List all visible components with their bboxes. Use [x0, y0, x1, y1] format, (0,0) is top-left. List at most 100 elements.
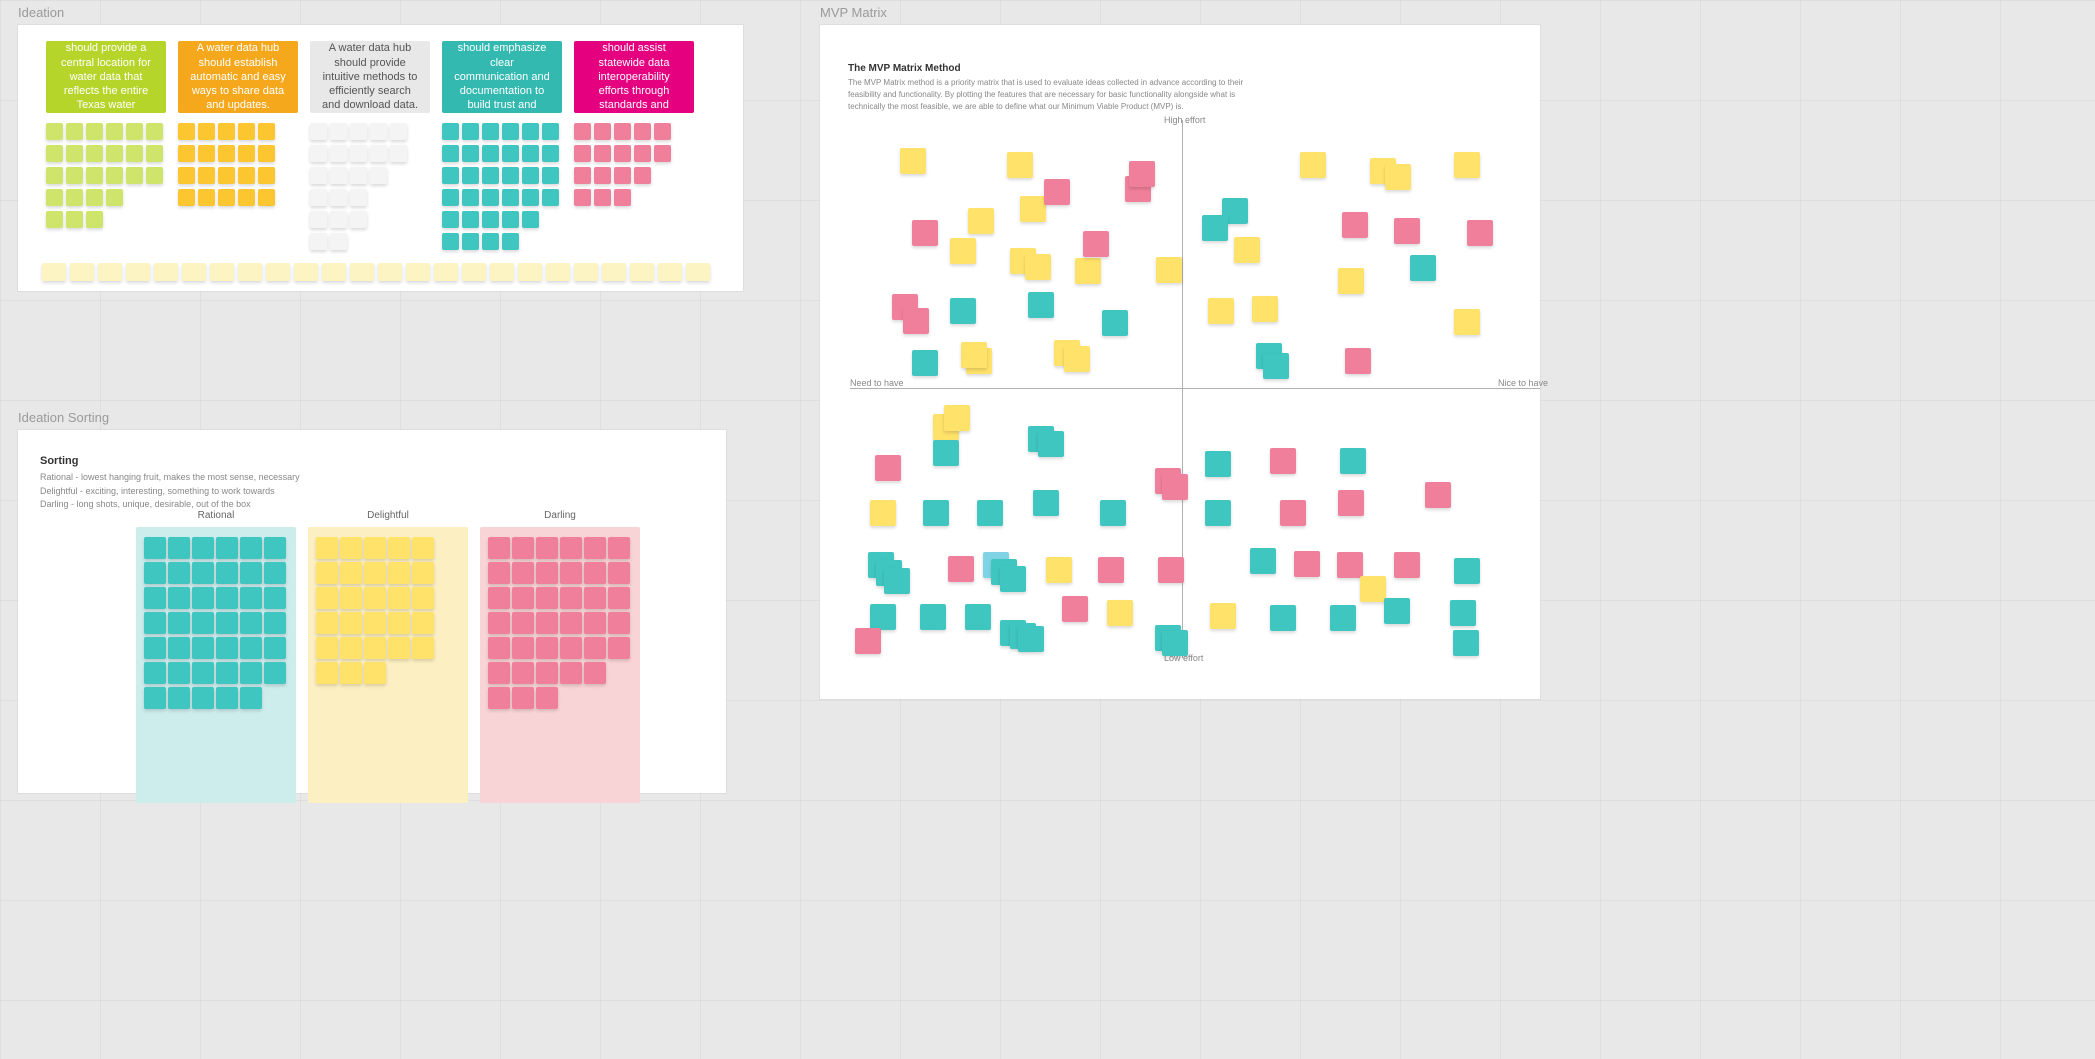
- sorting-sticky[interactable]: [264, 537, 286, 559]
- mvp-sticky[interactable]: [855, 628, 881, 654]
- sorting-sticky[interactable]: [388, 612, 410, 634]
- sorting-sticky[interactable]: [488, 612, 510, 634]
- sorting-sticky[interactable]: [168, 612, 190, 634]
- ideation-sticky[interactable]: [370, 123, 387, 140]
- sorting-sticky[interactable]: [488, 587, 510, 609]
- ideation-sticky[interactable]: [330, 233, 347, 250]
- ideation-sticky[interactable]: [634, 167, 651, 184]
- mvp-sticky[interactable]: [1234, 237, 1260, 263]
- sorting-sticky[interactable]: [264, 612, 286, 634]
- mvp-sticky[interactable]: [1252, 296, 1278, 322]
- mvp-sticky[interactable]: [968, 208, 994, 234]
- ideation-sticky[interactable]: [654, 123, 671, 140]
- ideation-sticky[interactable]: [502, 123, 519, 140]
- ideation-bottom-sticky[interactable]: [658, 263, 682, 281]
- ideation-sticky[interactable]: [370, 145, 387, 162]
- ideation-sticky[interactable]: [46, 123, 63, 140]
- ideation-sticky[interactable]: [502, 233, 519, 250]
- sorting-sticky[interactable]: [340, 562, 362, 584]
- ideation-sticky[interactable]: [258, 167, 275, 184]
- mvp-sticky[interactable]: [1064, 346, 1090, 372]
- sorting-sticky[interactable]: [192, 562, 214, 584]
- sorting-sticky[interactable]: [192, 537, 214, 559]
- sorting-sticky[interactable]: [168, 637, 190, 659]
- sorting-sticky[interactable]: [340, 612, 362, 634]
- sorting-sticky[interactable]: [192, 687, 214, 709]
- mvp-sticky[interactable]: [1018, 626, 1044, 652]
- ideation-sticky[interactable]: [350, 189, 367, 206]
- ideation-sticky[interactable]: [502, 211, 519, 228]
- sorting-sticky[interactable]: [488, 687, 510, 709]
- ideation-sticky[interactable]: [614, 167, 631, 184]
- sorting-sticky[interactable]: [560, 612, 582, 634]
- ideation-sticky[interactable]: [86, 211, 103, 228]
- sorting-column-body[interactable]: [308, 527, 468, 803]
- sorting-sticky[interactable]: [560, 562, 582, 584]
- mvp-sticky[interactable]: [1210, 603, 1236, 629]
- sorting-sticky[interactable]: [512, 612, 534, 634]
- mvp-sticky[interactable]: [950, 298, 976, 324]
- ideation-sticky[interactable]: [218, 189, 235, 206]
- ideation-bottom-sticky[interactable]: [518, 263, 542, 281]
- sorting-sticky[interactable]: [168, 687, 190, 709]
- ideation-bottom-sticky[interactable]: [406, 263, 430, 281]
- sorting-sticky[interactable]: [216, 687, 238, 709]
- ideation-sticky[interactable]: [350, 211, 367, 228]
- mvp-sticky[interactable]: [1098, 557, 1124, 583]
- ideation-sticky[interactable]: [574, 189, 591, 206]
- mvp-sticky[interactable]: [1345, 348, 1371, 374]
- ideation-sticky[interactable]: [258, 145, 275, 162]
- ideation-sticky[interactable]: [146, 145, 163, 162]
- ideation-sticky[interactable]: [502, 145, 519, 162]
- ideation-sticky[interactable]: [442, 233, 459, 250]
- ideation-sticky[interactable]: [66, 123, 83, 140]
- sorting-column-body[interactable]: [136, 527, 296, 803]
- sorting-sticky[interactable]: [364, 562, 386, 584]
- mvp-sticky[interactable]: [1205, 500, 1231, 526]
- sorting-sticky[interactable]: [536, 687, 558, 709]
- ideation-bottom-sticky[interactable]: [602, 263, 626, 281]
- mvp-sticky[interactable]: [1162, 630, 1188, 656]
- sorting-sticky[interactable]: [584, 662, 606, 684]
- mvp-sticky[interactable]: [1107, 600, 1133, 626]
- sorting-sticky[interactable]: [512, 637, 534, 659]
- mvp-sticky[interactable]: [1425, 482, 1451, 508]
- mvp-sticky[interactable]: [903, 308, 929, 334]
- ideation-header-card[interactable]: A water data hub should establish automa…: [178, 41, 298, 113]
- ideation-sticky[interactable]: [178, 145, 195, 162]
- mvp-sticky[interactable]: [1202, 215, 1228, 241]
- ideation-sticky[interactable]: [238, 123, 255, 140]
- mvp-sticky[interactable]: [1342, 212, 1368, 238]
- ideation-bottom-sticky[interactable]: [434, 263, 458, 281]
- mvp-sticky[interactable]: [1100, 500, 1126, 526]
- mvp-sticky[interactable]: [1250, 548, 1276, 574]
- sorting-sticky[interactable]: [584, 637, 606, 659]
- ideation-sticky[interactable]: [126, 167, 143, 184]
- ideation-sticky[interactable]: [86, 189, 103, 206]
- ideation-sticky[interactable]: [146, 123, 163, 140]
- ideation-sticky[interactable]: [178, 189, 195, 206]
- sorting-sticky[interactable]: [340, 587, 362, 609]
- ideation-sticky[interactable]: [330, 189, 347, 206]
- ideation-bottom-sticky[interactable]: [574, 263, 598, 281]
- ideation-bottom-sticky[interactable]: [266, 263, 290, 281]
- mvp-sticky[interactable]: [1394, 552, 1420, 578]
- sorting-sticky[interactable]: [560, 637, 582, 659]
- ideation-bottom-sticky[interactable]: [182, 263, 206, 281]
- sorting-sticky[interactable]: [364, 537, 386, 559]
- sorting-sticky[interactable]: [240, 687, 262, 709]
- sorting-sticky[interactable]: [608, 562, 630, 584]
- ideation-sticky[interactable]: [614, 189, 631, 206]
- sorting-sticky[interactable]: [488, 662, 510, 684]
- sorting-sticky[interactable]: [264, 637, 286, 659]
- mvp-sticky[interactable]: [1270, 605, 1296, 631]
- ideation-bottom-sticky[interactable]: [126, 263, 150, 281]
- ideation-sticky[interactable]: [574, 123, 591, 140]
- ideation-bottom-sticky[interactable]: [490, 263, 514, 281]
- ideation-sticky[interactable]: [502, 189, 519, 206]
- sorting-sticky[interactable]: [560, 537, 582, 559]
- ideation-sticky[interactable]: [482, 167, 499, 184]
- ideation-sticky[interactable]: [198, 189, 215, 206]
- mvp-sticky[interactable]: [1025, 254, 1051, 280]
- mvp-sticky[interactable]: [1338, 268, 1364, 294]
